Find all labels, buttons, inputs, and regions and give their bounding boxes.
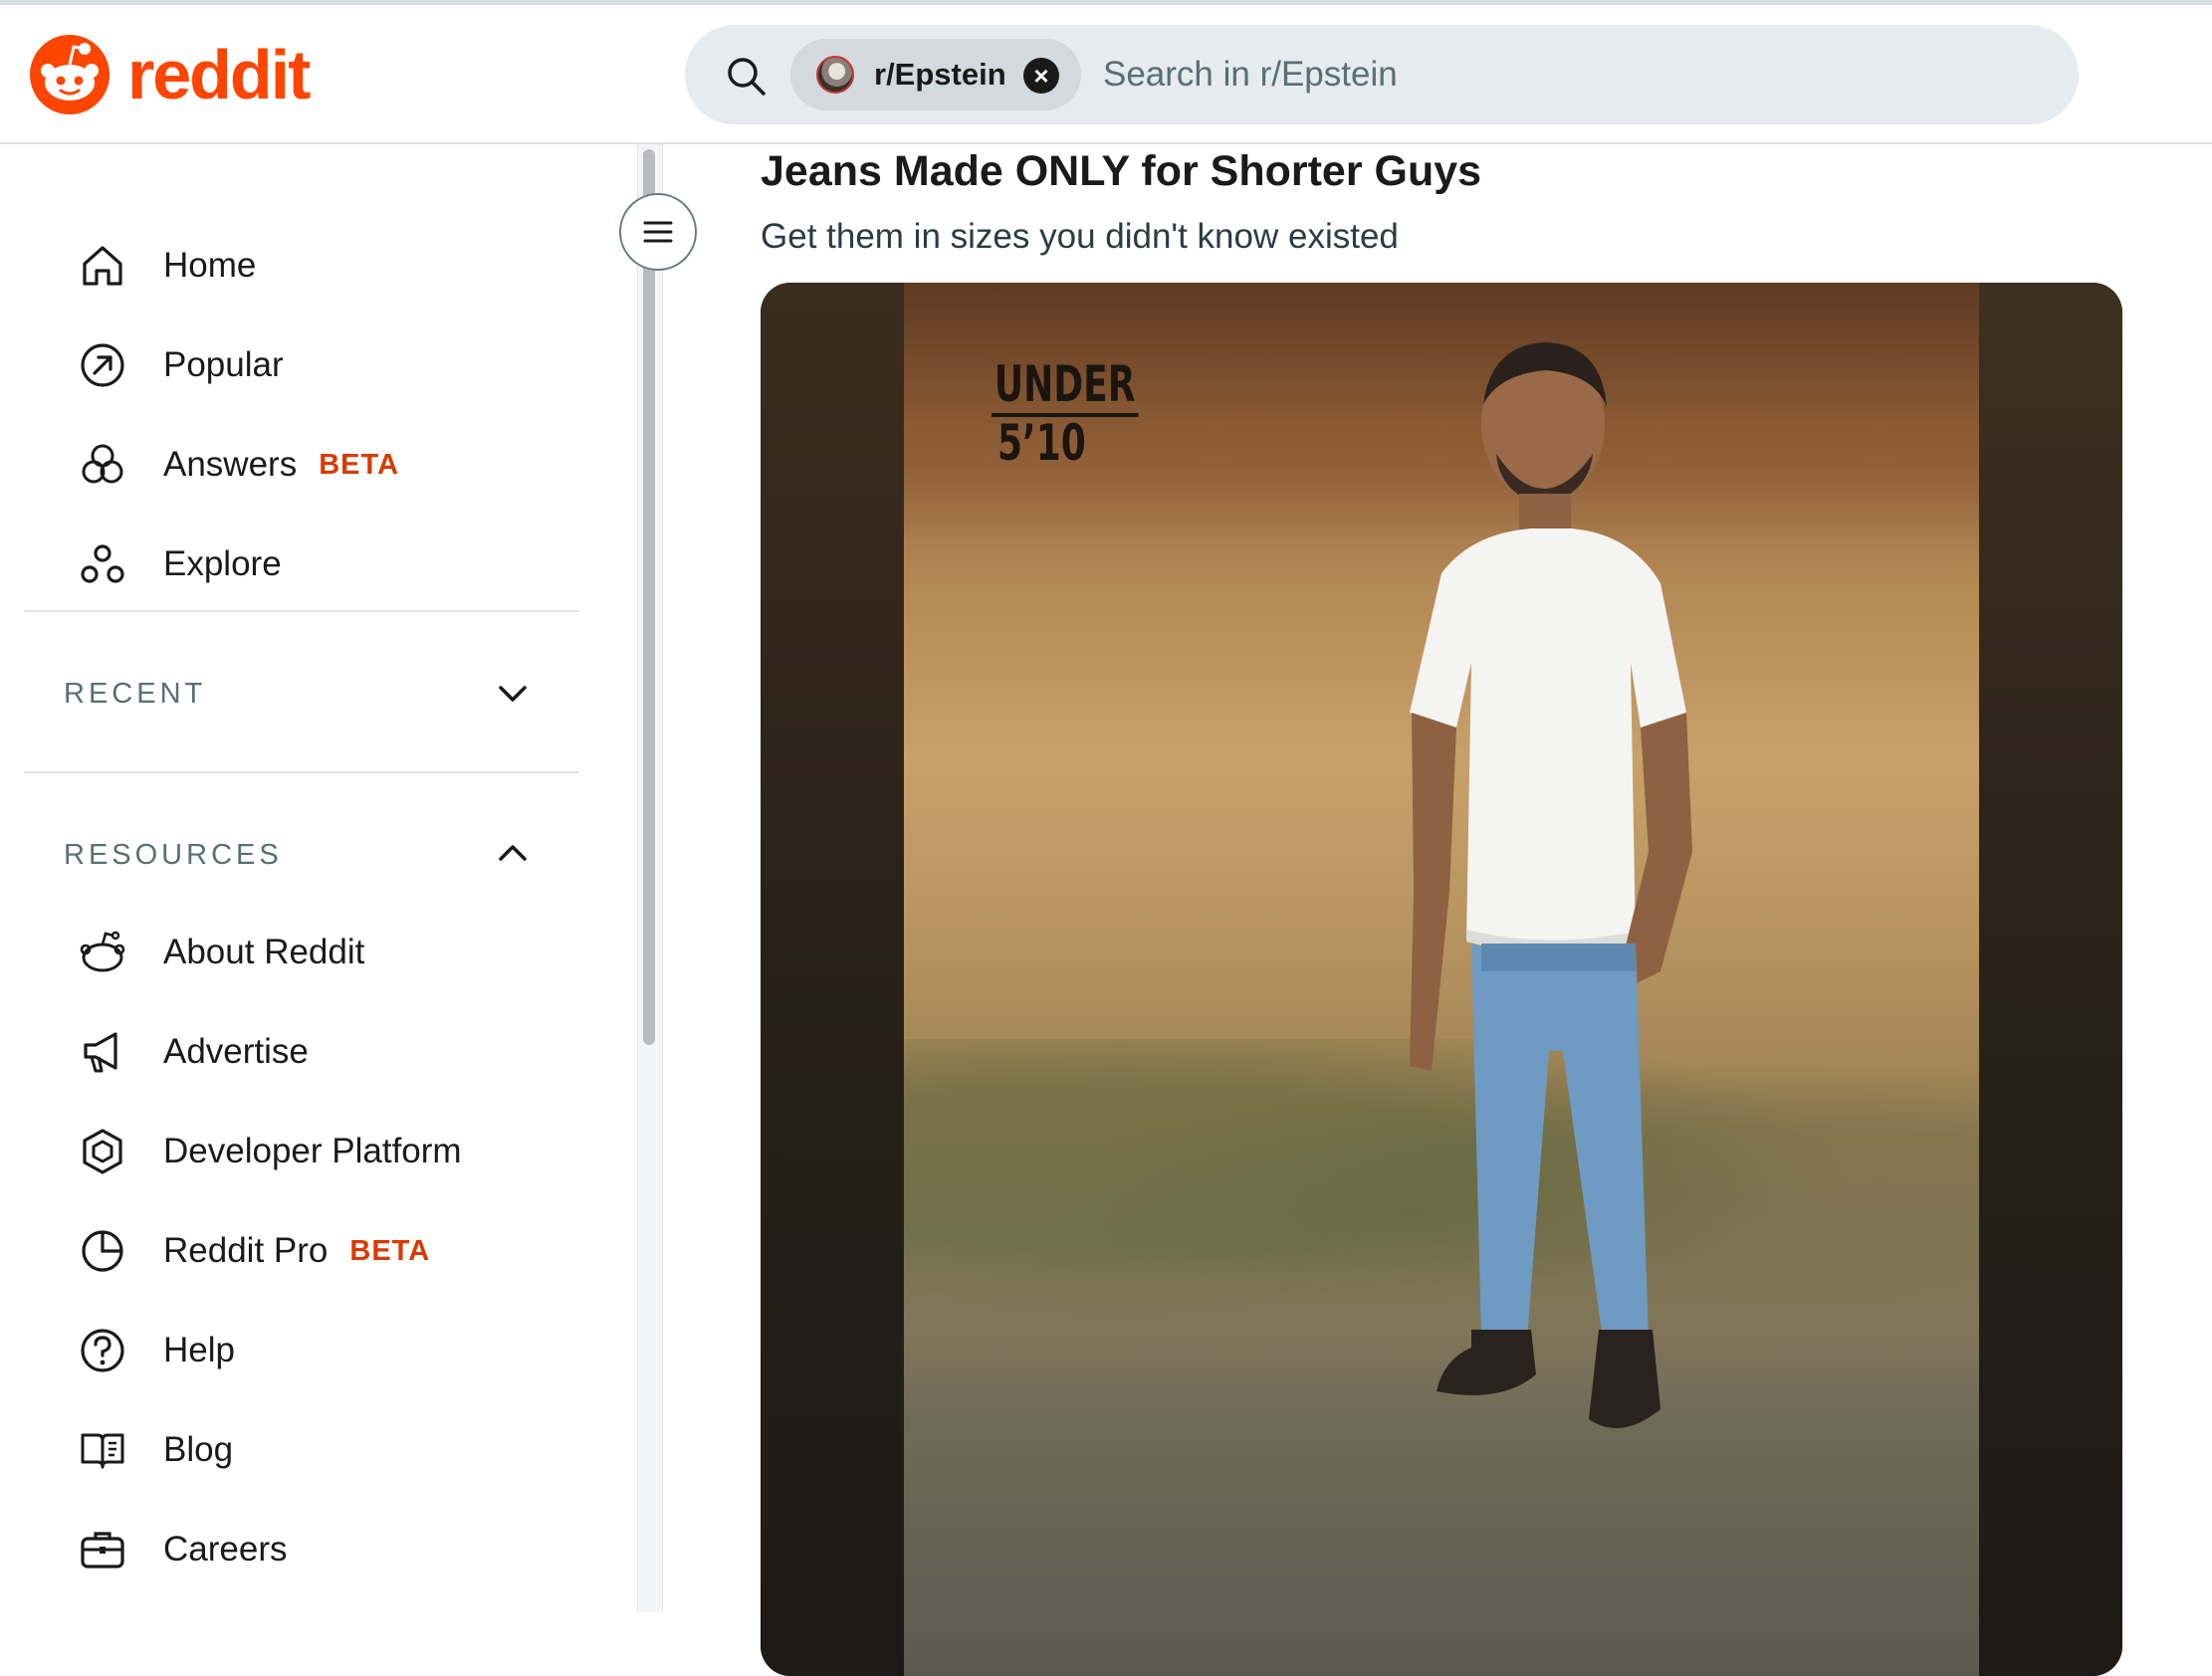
sidebar-item-home[interactable]: Home: [78, 234, 256, 298]
hexagon-icon: [83, 1129, 122, 1174]
sidebar-item-label: Help: [163, 1331, 235, 1369]
help-icon: [81, 1329, 124, 1372]
reddit-logo[interactable]: reddit: [28, 33, 311, 116]
search-icon: [728, 58, 766, 96]
sidebar-item-label: Advertise: [163, 1032, 309, 1071]
sidebar-item-reddit-pro[interactable]: Reddit Pro BETA: [78, 1219, 430, 1283]
subreddit-chip-label: r/Epstein: [874, 57, 1006, 92]
sidebar-item-help[interactable]: Help: [78, 1319, 235, 1382]
sidebar-item-advertise[interactable]: Advertise: [78, 1020, 309, 1084]
recent-section-title[interactable]: RECENT: [64, 678, 206, 711]
snoo-logo-icon: [30, 35, 110, 114]
ad-image-blur-left: [761, 283, 904, 1676]
beta-badge: BETA: [349, 1234, 431, 1267]
chevron-up-icon[interactable]: [493, 833, 533, 873]
collapse-sidebar-button[interactable]: [619, 193, 697, 271]
ad-image-text-line1: UNDER: [992, 358, 1139, 417]
subreddit-avatar: [816, 56, 854, 94]
resources-section-title[interactable]: RESOURCES: [64, 839, 283, 872]
chevron-down-icon[interactable]: [493, 674, 533, 714]
search-input[interactable]: Search in r/Epstein: [1103, 55, 1398, 95]
popular-icon: [81, 343, 124, 387]
ad-image-text: UNDER 5’10: [992, 358, 1139, 472]
sidebar-item-blog[interactable]: Blog: [78, 1418, 233, 1482]
sidebar-item-careers[interactable]: Careers: [78, 1518, 287, 1581]
ad-image-text-line2: 5’10: [996, 413, 1086, 472]
ad-headline[interactable]: Jeans Made ONLY for Shorter Guys: [761, 147, 1481, 196]
answers-icon: [82, 444, 123, 484]
sidebar-item-label: Blog: [163, 1430, 234, 1469]
sidebar-scrollbar-thumb[interactable]: [643, 149, 655, 1045]
top-header: reddit r/Epstein × Search in r/Epstein: [0, 5, 2212, 144]
ad-image[interactable]: UNDER 5’10: [761, 283, 2122, 1676]
sidebar-item-about-reddit[interactable]: About Reddit: [78, 921, 364, 984]
search-bar[interactable]: r/Epstein × Search in r/Epstein: [685, 25, 2079, 124]
explore-icon: [81, 544, 124, 583]
pie-chart-icon: [82, 1230, 123, 1272]
model-figure: [1410, 342, 1692, 1428]
home-icon: [83, 246, 122, 286]
sidebar-divider: [24, 610, 579, 612]
ad-image-blur-right: [1979, 283, 2122, 1676]
sidebar-item-label: Home: [163, 246, 257, 285]
sidebar-item-label: Answers: [163, 445, 298, 484]
subreddit-filter-chip[interactable]: r/Epstein ×: [790, 39, 1081, 110]
book-icon: [81, 1433, 124, 1469]
sidebar-item-label: Developer Platform: [163, 1132, 462, 1170]
sidebar-item-label: About Reddit: [163, 933, 365, 971]
beta-badge: BETA: [319, 448, 400, 481]
ad-photo-desert: UNDER 5’10: [904, 283, 1979, 1676]
sidebar-item-label: Careers: [163, 1530, 288, 1569]
sidebar-item-popular[interactable]: Popular: [78, 333, 284, 397]
sidebar-item-developer-platform[interactable]: Developer Platform: [78, 1120, 462, 1183]
sidebar-item-label: Popular: [163, 345, 284, 384]
sidebar-item-answers[interactable]: Answers BETA: [78, 433, 399, 497]
megaphone-icon: [84, 1032, 117, 1073]
sidebar-item-label: Explore: [163, 544, 282, 583]
sidebar-item-explore[interactable]: Explore: [78, 532, 282, 596]
sidebar-item-label: Reddit Pro: [163, 1231, 329, 1270]
reddit-snoo-icon: [80, 931, 125, 972]
logo-wordmark: reddit: [127, 36, 311, 113]
left-sidebar: Home Popular Answers BETA Explore RECENT…: [0, 144, 637, 1612]
sidebar-divider: [24, 771, 579, 773]
briefcase-icon: [81, 1532, 124, 1569]
menu-icon: [643, 221, 673, 243]
remove-filter-icon[interactable]: ×: [1023, 58, 1059, 94]
ad-subtitle: Get them in sizes you didn't know existe…: [761, 217, 1399, 256]
